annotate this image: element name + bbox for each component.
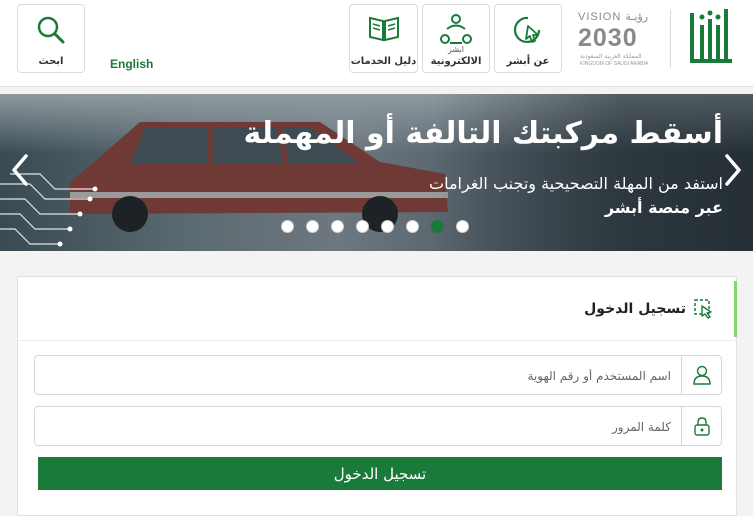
- login-cursor-icon: [694, 299, 712, 319]
- login-panel-header: تسجيل الدخول: [18, 277, 736, 341]
- book-icon: [368, 16, 399, 42]
- password-field: [34, 406, 722, 446]
- hero-banner: أسقط مركبتك التالفة أو المهملة استفد من …: [0, 94, 753, 251]
- carousel-dot[interactable]: [331, 220, 344, 233]
- search-button[interactable]: ابحث: [17, 4, 85, 73]
- carousel-dot[interactable]: [281, 220, 294, 233]
- header-divider: [670, 10, 671, 68]
- login-submit-button[interactable]: تسجيل الدخول: [38, 457, 722, 490]
- carousel-next-arrow-icon[interactable]: [721, 152, 745, 188]
- carousel-prev-arrow-icon[interactable]: [8, 152, 32, 188]
- about-absher-button[interactable]: عن أبشر: [494, 4, 562, 73]
- banner-title: أسقط مركبتك التالفة أو المهملة: [243, 116, 723, 151]
- username-icon-box: [681, 356, 721, 394]
- carousel-dot[interactable]: [431, 220, 444, 233]
- site-header: ابحث English دليل الخدمات ابشر الالكترون…: [0, 0, 753, 87]
- password-input[interactable]: [43, 415, 673, 439]
- username-field: [34, 355, 722, 395]
- carousel-dot[interactable]: [456, 220, 469, 233]
- eservices-button[interactable]: ابشر الالكترونية: [422, 4, 490, 73]
- lock-icon: [694, 417, 710, 436]
- login-panel: تسجيل الدخول تسجيل الدخول: [17, 276, 737, 516]
- search-icon: [37, 16, 65, 44]
- banner-subtitle-platform: عبر منصة أبشر: [604, 198, 723, 217]
- vision-year-text: 2030: [578, 24, 638, 52]
- search-label: ابحث: [38, 56, 64, 67]
- carousel-dot[interactable]: [406, 220, 419, 233]
- about-absher-label: عن أبشر: [506, 56, 550, 67]
- eservices-label: الالكترونية: [430, 56, 482, 67]
- absher-logo[interactable]: [686, 5, 736, 70]
- language-link-english[interactable]: English: [110, 57, 153, 71]
- banner-subtitle: استفد من المهلة التصحيحية وتجنب الغرامات: [429, 174, 723, 193]
- carousel-dot[interactable]: [356, 220, 369, 233]
- eservices-top-label: ابشر: [448, 45, 464, 54]
- user-icon: [693, 365, 711, 385]
- vision-2030-logo: VISION رؤيـة 2030 المملكة العربية السعود…: [576, 8, 668, 72]
- carousel-dot[interactable]: [306, 220, 319, 233]
- username-input[interactable]: [43, 364, 673, 388]
- vision-top-text: VISION رؤيـة: [578, 11, 649, 23]
- vision-english-text: KINGDOM OF SAUDI ARABIA: [580, 61, 649, 67]
- services-guide-button[interactable]: دليل الخدمات: [349, 4, 418, 73]
- network-icon: [440, 14, 472, 44]
- login-title: تسجيل الدخول: [584, 301, 686, 317]
- services-guide-label: دليل الخدمات: [350, 56, 417, 67]
- vision-arabic-text: المملكة العربية السعودية: [580, 53, 642, 60]
- cursor-circle-icon: [513, 16, 541, 43]
- carousel-dot[interactable]: [381, 220, 394, 233]
- password-icon-box: [681, 407, 721, 445]
